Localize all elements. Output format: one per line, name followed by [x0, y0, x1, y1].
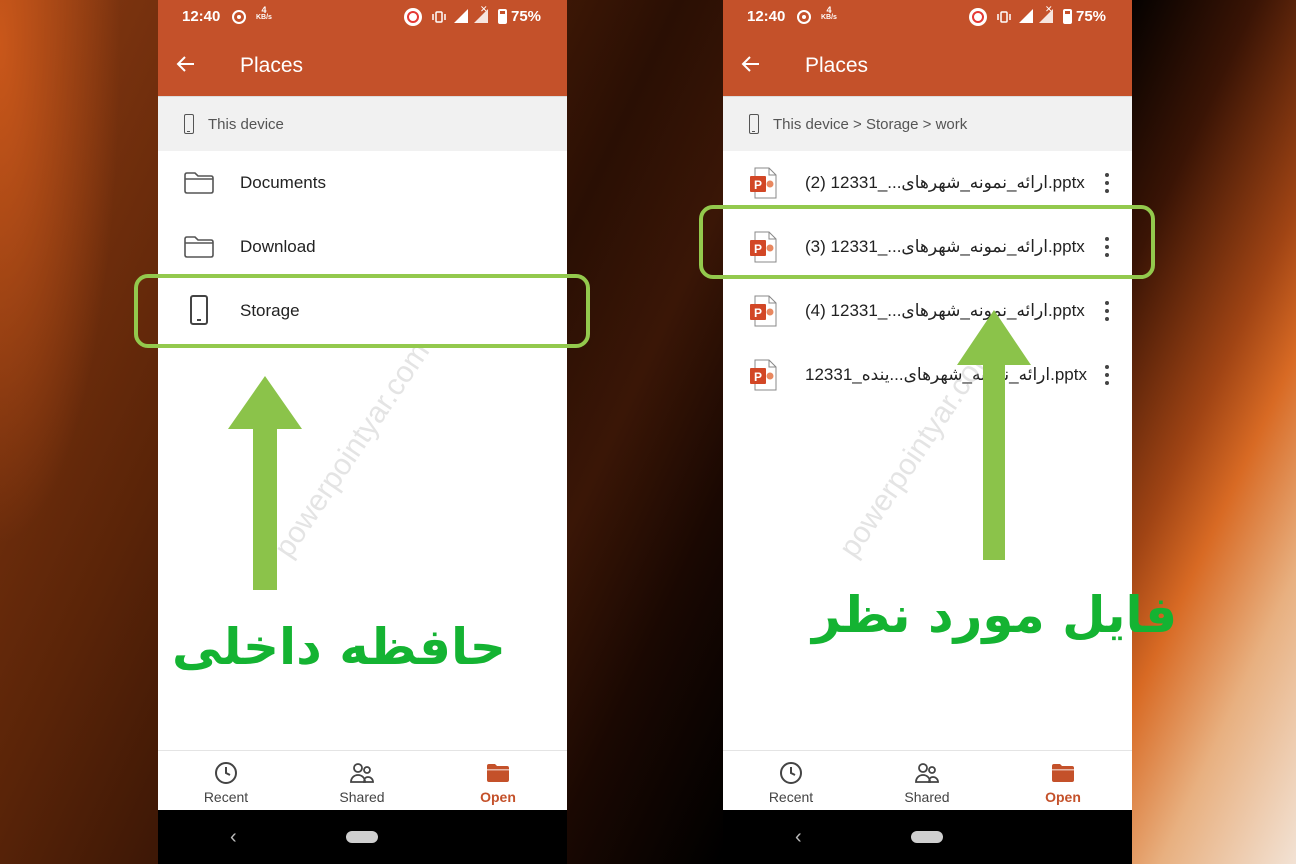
phone-screen-right: 12:40 4 KB/s ✕ 75% Places This device > S… — [723, 0, 1132, 864]
svg-text:P: P — [754, 178, 762, 192]
network-speed: 4 KB/s — [256, 6, 272, 22]
network-speed-value: 4 — [261, 5, 267, 15]
file-row[interactable]: P ارائه_نمونه_شهرهای...ینده_12331.pptx — [723, 343, 1132, 407]
system-home-button[interactable] — [346, 831, 378, 843]
nav-open[interactable]: Open — [995, 751, 1131, 811]
up-arrow-icon — [957, 310, 1031, 560]
battery-icon — [1063, 9, 1072, 24]
list-item-documents[interactable]: Documents — [158, 151, 567, 215]
breadcrumb: This device — [158, 96, 567, 151]
system-navigation-bar: ‹ — [723, 810, 1132, 864]
no-data-icon: ✕ — [480, 4, 488, 14]
signal-icon — [454, 9, 468, 23]
battery-percent: 75% — [1076, 8, 1107, 25]
open-folder-icon — [487, 764, 509, 782]
no-data-icon: ✕ — [1045, 4, 1053, 14]
clock-icon — [780, 762, 802, 784]
recording-icon — [404, 8, 422, 26]
file-name: ارائه_نمونه_شهرهای..._12331 (4).pptx — [805, 301, 1085, 320]
network-speed: 4 KB/s — [821, 6, 837, 22]
folder-icon — [184, 236, 214, 258]
system-navigation-bar: ‹ — [158, 810, 567, 864]
phone-screen-left: 12:40 4 KB/s ✕ 75% Places This device Doc… — [158, 0, 567, 864]
network-speed-value: 4 — [826, 5, 832, 15]
vibrate-icon — [432, 11, 446, 23]
svg-text:P: P — [754, 370, 762, 384]
list-item-label: Download — [240, 237, 316, 256]
status-time: 12:40 — [747, 8, 786, 25]
nav-recent[interactable]: Recent — [158, 751, 294, 811]
app-bar: 12:40 4 KB/s ✕ 75% Places — [723, 0, 1132, 96]
nav-recent[interactable]: Recent — [723, 751, 859, 811]
back-arrow-icon[interactable] — [174, 52, 198, 76]
more-options-icon[interactable] — [1097, 171, 1117, 195]
system-home-button[interactable] — [911, 831, 943, 843]
phone-device-icon — [184, 114, 194, 134]
highlight-box-file — [699, 205, 1155, 279]
more-options-icon[interactable] — [1097, 299, 1117, 323]
battery-percent: 75% — [511, 8, 542, 25]
network-speed-unit: KB/s — [821, 14, 837, 21]
page-title: Places — [805, 54, 869, 77]
nav-open-label: Open — [480, 789, 516, 805]
more-options-icon[interactable] — [1097, 363, 1117, 387]
powerpoint-file-icon: P — [750, 359, 777, 391]
file-row[interactable]: P ارائه_نمونه_شهرهای..._12331 (4).pptx — [723, 279, 1132, 343]
nav-shared-label: Shared — [339, 789, 385, 805]
screen-record-icon — [797, 10, 811, 24]
highlight-box-storage — [134, 274, 590, 348]
system-back-icon[interactable]: ‹ — [795, 826, 802, 849]
list-item-label: Documents — [240, 173, 326, 192]
bottom-navigation: Recent Shared Open — [723, 750, 1132, 810]
svg-text:P: P — [754, 306, 762, 320]
status-bar: 12:40 4 KB/s ✕ 75% — [723, 0, 1132, 34]
breadcrumb-path: This device > Storage > work — [773, 116, 968, 133]
app-bar: 12:40 4 KB/s ✕ 75% Places — [158, 0, 567, 96]
signal-icon — [1019, 9, 1033, 23]
powerpoint-file-icon: P — [750, 167, 777, 199]
nav-recent-label: Recent — [203, 789, 249, 805]
screen-record-icon — [232, 10, 246, 24]
nav-open-label: Open — [1045, 789, 1081, 805]
people-icon — [350, 763, 374, 783]
file-name: ارائه_نمونه_شهرهای..._12331 (2).pptx — [805, 173, 1085, 192]
bottom-navigation: Recent Shared Open — [158, 750, 567, 810]
vibrate-icon — [997, 11, 1011, 23]
page-title: Places — [240, 54, 304, 77]
open-folder-icon — [1052, 764, 1074, 782]
powerpoint-file-icon: P — [750, 295, 777, 327]
recording-icon — [969, 8, 987, 26]
status-bar: 12:40 4 KB/s ✕ 75% — [158, 0, 567, 34]
network-speed-unit: KB/s — [256, 14, 272, 21]
folder-icon — [184, 172, 214, 194]
nav-recent-label: Recent — [768, 789, 814, 805]
nav-shared[interactable]: Shared — [859, 751, 995, 811]
nav-shared-label: Shared — [904, 789, 950, 805]
people-icon — [915, 763, 939, 783]
status-time: 12:40 — [182, 8, 221, 25]
breadcrumb: This device > Storage > work — [723, 96, 1132, 151]
system-back-icon[interactable]: ‹ — [230, 826, 237, 849]
battery-icon — [498, 9, 507, 24]
breadcrumb-path: This device — [208, 116, 284, 133]
caption-target-file: فایل مورد نظر — [812, 586, 1178, 644]
caption-internal-storage: حافظه داخلی — [172, 618, 506, 676]
nav-shared[interactable]: Shared — [294, 751, 430, 811]
phone-device-icon — [749, 114, 759, 134]
nav-open[interactable]: Open — [430, 751, 566, 811]
list-item-download[interactable]: Download — [158, 215, 567, 279]
up-arrow-icon — [228, 376, 302, 590]
clock-icon — [215, 762, 237, 784]
back-arrow-icon[interactable] — [739, 52, 763, 76]
